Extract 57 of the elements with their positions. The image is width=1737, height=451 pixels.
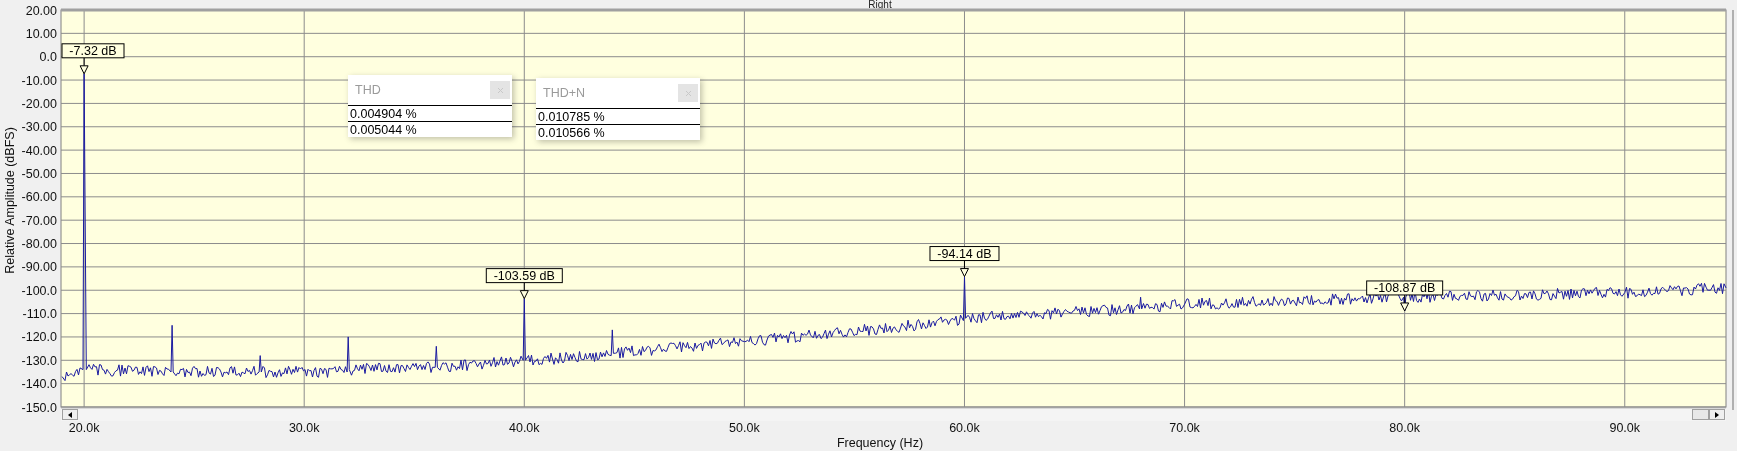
y-tick-label: -80.00 (21, 237, 57, 252)
panel-title: THD (355, 81, 381, 99)
y-tick-label: -40.00 (21, 143, 57, 158)
marker-arrow-icon (519, 282, 529, 300)
close-icon (685, 90, 691, 96)
marker-arrow-icon (960, 260, 969, 278)
chart-title: Right (868, 0, 892, 10)
annotation: -7.32 dB (69, 44, 117, 59)
y-tick-label: 20.00 (25, 3, 57, 18)
readout-value: 0.010785 % (536, 108, 700, 124)
readout-value: 0.004904 % (348, 105, 512, 121)
marker-arrow-icon (79, 57, 89, 75)
y-tick-label: 0.0 (39, 50, 57, 65)
x-tick-label: 50.0k (729, 421, 760, 435)
x-axis-title: Frequency (Hz) (836, 436, 924, 450)
x-tick-label: 90.0k (1609, 421, 1641, 435)
readout-value: 0.005044 % (348, 121, 512, 137)
marker-label: -108.87 dB (1366, 280, 1444, 296)
close-icon (497, 87, 503, 93)
annotation: -108.87 dB (1374, 281, 1436, 296)
y-tick-label: -20.00 (21, 96, 57, 111)
y-tick-label: -10.00 (21, 73, 57, 88)
marker-label: -7.32 dB (61, 43, 125, 59)
y-tick-label: -30.00 (21, 120, 57, 135)
y-tick-label: -100.0 (21, 283, 57, 298)
y-tick-label: -90.00 (21, 260, 57, 275)
marker-arrow-icon (1400, 294, 1410, 312)
x-tick-label: 30.0k (288, 421, 320, 435)
right-arrow-icon (1715, 411, 1719, 418)
y-tick-label: -150.0 (21, 400, 57, 415)
y-tick-label: -140.0 (21, 377, 57, 392)
readout-value: 0.010566 % (536, 124, 700, 140)
scroll-right-button[interactable] (1709, 409, 1725, 420)
x-tick-label: 60.0k (949, 421, 980, 435)
x-tick-label: 80.0k (1389, 421, 1420, 435)
annotation: -94.14 dB (937, 247, 992, 262)
y-axis-title: Relative Amplitude (dBFS) (3, 127, 17, 274)
y-tick-label: -120.0 (21, 330, 57, 345)
y-tick-label: -110.0 (22, 307, 57, 322)
y-tick-label: -50.00 (21, 166, 57, 181)
x-tick-label: 20.0k (68, 421, 100, 435)
y-tick-label: -70.00 (21, 213, 57, 228)
scroll-left-button[interactable] (62, 409, 78, 420)
y-tick-label: -60.00 (21, 190, 57, 205)
left-arrow-icon (68, 411, 72, 418)
y-tick-label: -130.0 (21, 353, 57, 368)
marker-label: -94.14 dB (929, 246, 1000, 262)
annotation: -103.59 dB (493, 269, 555, 284)
scrollbar-thumb[interactable] (1692, 409, 1709, 420)
y-tick-label: 10.00 (25, 26, 57, 41)
close-button[interactable] (490, 81, 510, 99)
close-button[interactable] (678, 84, 698, 102)
x-tick-label: 70.0k (1169, 421, 1200, 435)
x-tick-label: 40.0k (509, 421, 540, 435)
marker-label: -103.59 dB (485, 268, 563, 284)
scrollbar-track[interactable] (61, 408, 1726, 421)
panel-title: THD+N (543, 84, 586, 102)
